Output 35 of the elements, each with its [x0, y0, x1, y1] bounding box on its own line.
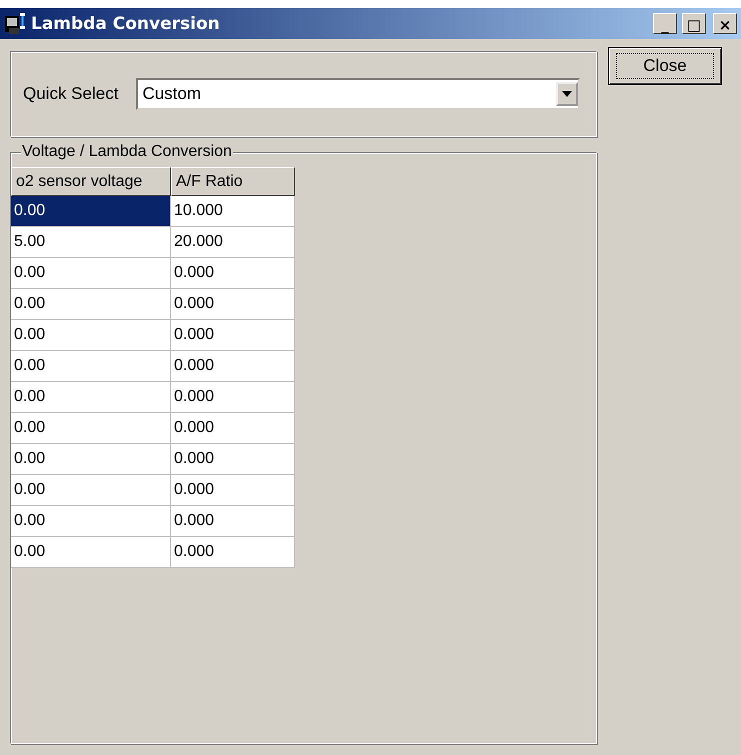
maximize-button[interactable]: □ — [682, 13, 706, 34]
table-cell[interactable]: 0.00 — [11, 289, 171, 320]
close-window-button[interactable]: × — [713, 13, 737, 34]
table-cell[interactable]: 0.000 — [171, 258, 295, 289]
table-cell[interactable]: 0.00 — [11, 475, 171, 506]
table-cell[interactable]: 0.00 — [11, 258, 171, 289]
table-cell[interactable]: 0.000 — [171, 413, 295, 444]
table-cell[interactable]: 0.000 — [171, 382, 295, 413]
table-cell[interactable]: 0.00 — [11, 382, 171, 413]
table-cell[interactable]: 0.000 — [171, 506, 295, 537]
table-cell[interactable]: 0.000 — [171, 537, 295, 568]
table-cell[interactable]: 0.00 — [11, 320, 171, 351]
table-cell[interactable]: 0.00 — [11, 351, 171, 382]
table-cell[interactable]: 5.00 — [11, 227, 171, 258]
minimize-button[interactable]: _ — [653, 13, 677, 34]
quick-select-dropdown[interactable]: Custom — [136, 78, 580, 110]
table-cell[interactable]: 0.00 — [11, 444, 171, 475]
table-cell[interactable]: 20.000 — [171, 227, 295, 258]
table-cell[interactable]: 0.000 — [171, 289, 295, 320]
window-title: Lambda Conversion — [31, 14, 221, 34]
table-cell[interactable]: 0.00 — [11, 506, 171, 537]
table-cell[interactable]: 0.000 — [171, 351, 295, 382]
quick-select-label: Quick Select — [23, 84, 118, 104]
column-header[interactable]: A/F Ratio — [171, 167, 295, 196]
group-title: Voltage / Lambda Conversion — [21, 143, 233, 161]
table-cell[interactable]: 0.00 — [11, 196, 171, 227]
table-cell[interactable]: 10.000 — [171, 196, 295, 227]
table-cell[interactable]: 0.000 — [171, 320, 295, 351]
app-icon — [4, 12, 28, 36]
close-button[interactable]: Close — [608, 47, 722, 85]
table-cell[interactable]: 0.00 — [11, 413, 171, 444]
table-cell[interactable]: 0.00 — [11, 537, 171, 568]
table-cell[interactable]: 0.000 — [171, 444, 295, 475]
table-cell[interactable]: 0.000 — [171, 475, 295, 506]
column-header[interactable]: o2 sensor voltage — [11, 167, 171, 196]
